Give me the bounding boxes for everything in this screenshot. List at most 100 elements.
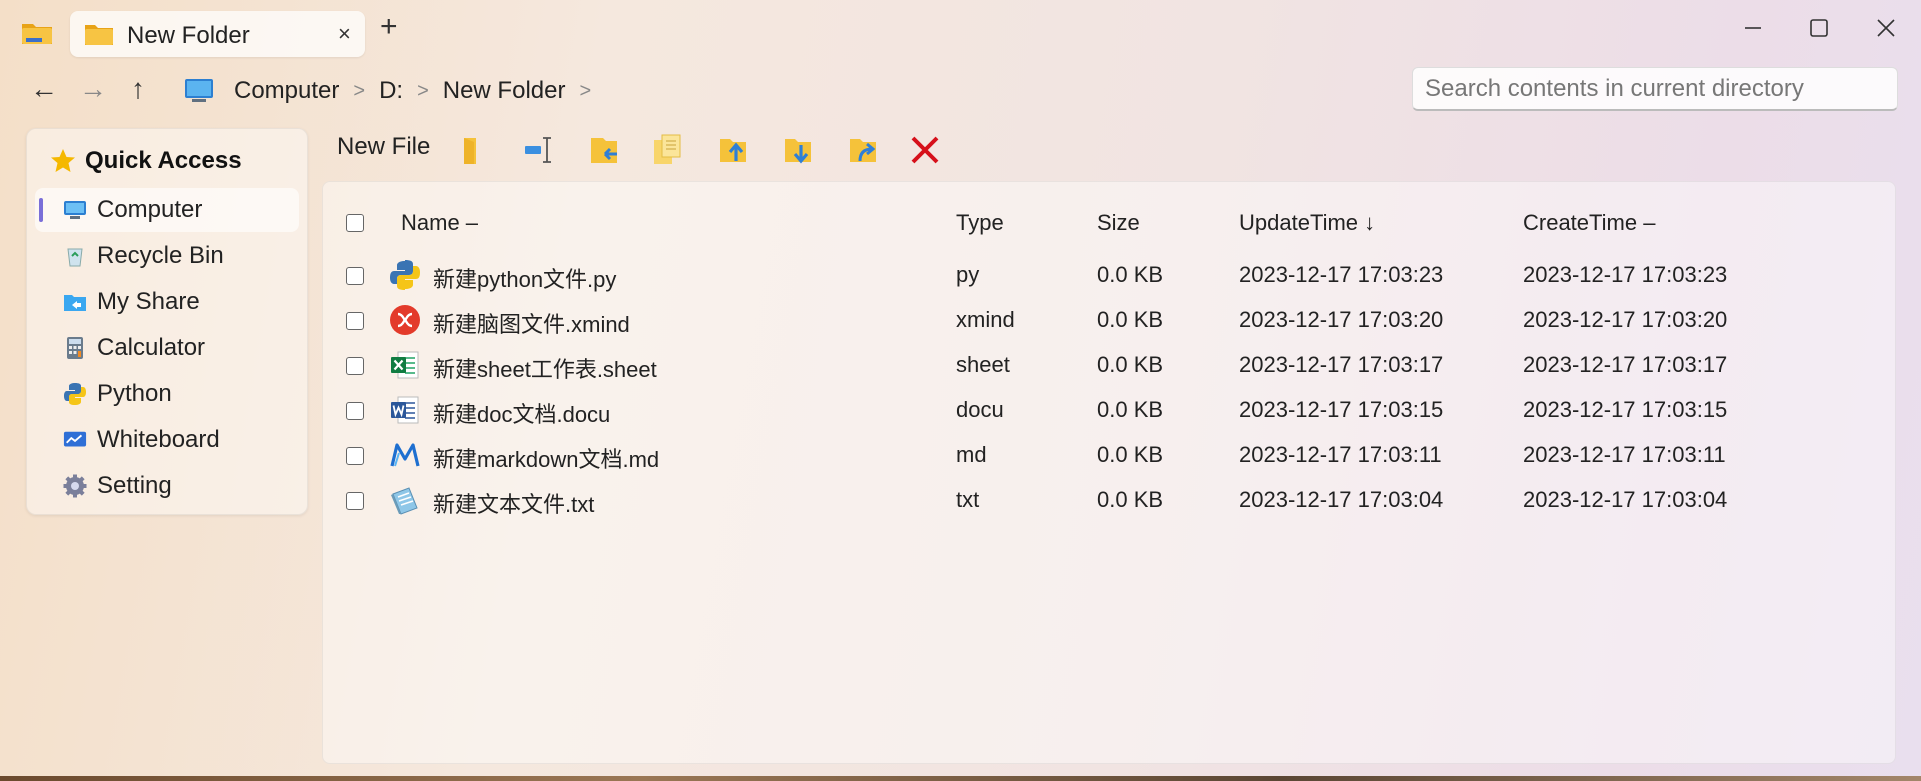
quick-access-header: Quick Access xyxy=(49,147,242,175)
table-row[interactable]: 新建脑图文件.xmind xmind 0.0 KB 2023-12-17 17:… xyxy=(323,298,1895,342)
column-header-name[interactable]: Name – xyxy=(401,210,478,236)
word-file-icon xyxy=(391,396,419,424)
text-file-icon xyxy=(391,487,418,515)
file-size: 0.0 KB xyxy=(1097,442,1164,467)
row-checkbox[interactable] xyxy=(346,312,364,330)
file-create-time: 2023-12-17 17:03:17 xyxy=(1523,352,1728,377)
recycle-bin-icon xyxy=(67,248,83,267)
minimize-icon[interactable] xyxy=(1733,12,1773,44)
row-checkbox[interactable] xyxy=(346,357,364,375)
breadcrumb-computer[interactable]: Computer xyxy=(234,77,339,105)
file-type: md xyxy=(956,442,987,467)
sidebar-item-label: Python xyxy=(97,380,172,407)
file-type: sheet xyxy=(956,352,1010,377)
breadcrumb-separator[interactable]: > xyxy=(579,80,591,103)
file-size: 0.0 KB xyxy=(1097,307,1164,332)
file-update-time: 2023-12-17 17:03:17 xyxy=(1239,352,1444,377)
sidebar-item-my-share[interactable]: My Share xyxy=(35,280,299,324)
file-type: py xyxy=(956,262,980,287)
search-input[interactable] xyxy=(1412,67,1898,111)
file-name[interactable]: 新建doc文档.docu xyxy=(433,397,610,429)
breadcrumb-separator: > xyxy=(417,79,429,102)
active-indicator xyxy=(39,198,43,222)
share-out-icon[interactable] xyxy=(843,130,883,170)
star-icon xyxy=(51,149,75,172)
close-window-icon[interactable] xyxy=(1866,12,1906,44)
file-type: txt xyxy=(956,487,980,512)
file-explorer-window: New Folder × + ← → ↑ Computer > D: > New… xyxy=(0,0,1921,777)
tab-title: New Folder xyxy=(127,22,250,49)
computer-icon xyxy=(64,201,86,219)
sidebar-item-label: Recycle Bin xyxy=(97,242,224,269)
tab-close-icon[interactable]: × xyxy=(338,21,351,47)
breadcrumb-separator: > xyxy=(353,79,366,102)
sidebar-item-label: Whiteboard xyxy=(97,426,220,453)
markdown-file-icon xyxy=(390,443,420,467)
file-name[interactable]: 新建脑图文件.xmind xyxy=(433,307,630,339)
file-size: 0.0 KB xyxy=(1097,352,1164,377)
file-create-time: 2023-12-17 17:03:23 xyxy=(1523,262,1728,287)
sidebar-item-label: Computer xyxy=(97,196,203,223)
whiteboard-icon xyxy=(63,431,87,447)
file-explorer-app-icon xyxy=(22,24,52,44)
folder-icon xyxy=(85,25,113,45)
row-checkbox[interactable] xyxy=(346,267,364,285)
table-row[interactable]: 新建文本文件.txt txt 0.0 KB 2023-12-17 17:03:0… xyxy=(323,478,1895,522)
breadcrumb: Computer > D: > New Folder > xyxy=(184,74,605,108)
file-size: 0.0 KB xyxy=(1097,487,1164,512)
file-name[interactable]: 新建文本文件.txt xyxy=(433,487,594,519)
share-icon xyxy=(64,295,86,311)
file-name[interactable]: 新建sheet工作表.sheet xyxy=(433,352,657,384)
file-update-time: 2023-12-17 17:03:23 xyxy=(1239,262,1444,287)
sidebar-item-label: Setting xyxy=(97,472,172,499)
move-up-icon[interactable] xyxy=(713,130,753,170)
sidebar: Quick Access Computer Recycle Bin My Sha… xyxy=(26,128,308,515)
sidebar-item-label: My Share xyxy=(97,288,200,315)
quick-access-label: Quick Access xyxy=(85,147,242,174)
move-down-icon[interactable] xyxy=(778,130,818,170)
breadcrumb-drive[interactable]: D: xyxy=(379,77,403,105)
file-type: docu xyxy=(956,397,1004,422)
sidebar-item-setting[interactable]: Setting xyxy=(35,464,299,508)
paste-icon[interactable] xyxy=(585,130,625,170)
row-checkbox[interactable] xyxy=(346,447,364,465)
table-row[interactable]: 新建python文件.py py 0.0 KB 2023-12-17 17:03… xyxy=(323,253,1895,297)
delete-icon[interactable] xyxy=(905,130,945,170)
breadcrumb-folder[interactable]: New Folder xyxy=(443,77,566,105)
file-create-time: 2023-12-17 17:03:11 xyxy=(1523,442,1726,467)
sidebar-item-recycle-bin[interactable]: Recycle Bin xyxy=(35,234,299,278)
back-icon[interactable]: ← xyxy=(30,74,58,104)
table-row[interactable]: 新建doc文档.docu docu 0.0 KB 2023-12-17 17:0… xyxy=(323,388,1895,432)
rename-icon[interactable] xyxy=(519,130,559,170)
file-name[interactable]: 新建python文件.py xyxy=(433,262,616,294)
file-type: xmind xyxy=(956,307,1015,332)
python-file-icon xyxy=(390,260,420,290)
forward-icon[interactable]: → xyxy=(79,74,107,104)
sidebar-item-calculator[interactable]: Calculator xyxy=(35,326,299,370)
table-row[interactable]: 新建sheet工作表.sheet sheet 0.0 KB 2023-12-17… xyxy=(323,343,1895,387)
sidebar-item-python[interactable]: Python xyxy=(35,372,299,416)
tab-new-folder[interactable]: New Folder × xyxy=(70,11,365,57)
column-header-type[interactable]: Type xyxy=(956,210,1004,236)
select-all-checkbox[interactable] xyxy=(346,214,364,232)
sidebar-item-whiteboard[interactable]: Whiteboard xyxy=(35,418,299,462)
sidebar-item-computer[interactable]: Computer xyxy=(35,188,299,232)
file-name[interactable]: 新建markdown文档.md xyxy=(433,442,659,474)
column-header-createtime[interactable]: CreateTime – xyxy=(1523,210,1655,236)
maximize-icon[interactable] xyxy=(1799,12,1839,44)
file-size: 0.0 KB xyxy=(1097,397,1164,422)
file-update-time: 2023-12-17 17:03:11 xyxy=(1239,442,1442,467)
gear-icon xyxy=(63,474,87,498)
new-tab-button[interactable]: + xyxy=(380,12,398,42)
new-folder-icon[interactable] xyxy=(452,130,492,170)
file-create-time: 2023-12-17 17:03:15 xyxy=(1523,397,1728,422)
column-header-size[interactable]: Size xyxy=(1097,210,1140,236)
xmind-file-icon xyxy=(390,305,420,335)
table-row[interactable]: 新建markdown文档.md md 0.0 KB 2023-12-17 17:… xyxy=(323,433,1895,477)
row-checkbox[interactable] xyxy=(346,402,364,420)
up-icon[interactable]: ↑ xyxy=(131,74,145,104)
new-file-button[interactable]: New File xyxy=(337,133,430,161)
copy-icon[interactable] xyxy=(648,130,688,170)
column-header-updatetime[interactable]: UpdateTime ↓ xyxy=(1239,210,1375,236)
row-checkbox[interactable] xyxy=(346,492,364,510)
